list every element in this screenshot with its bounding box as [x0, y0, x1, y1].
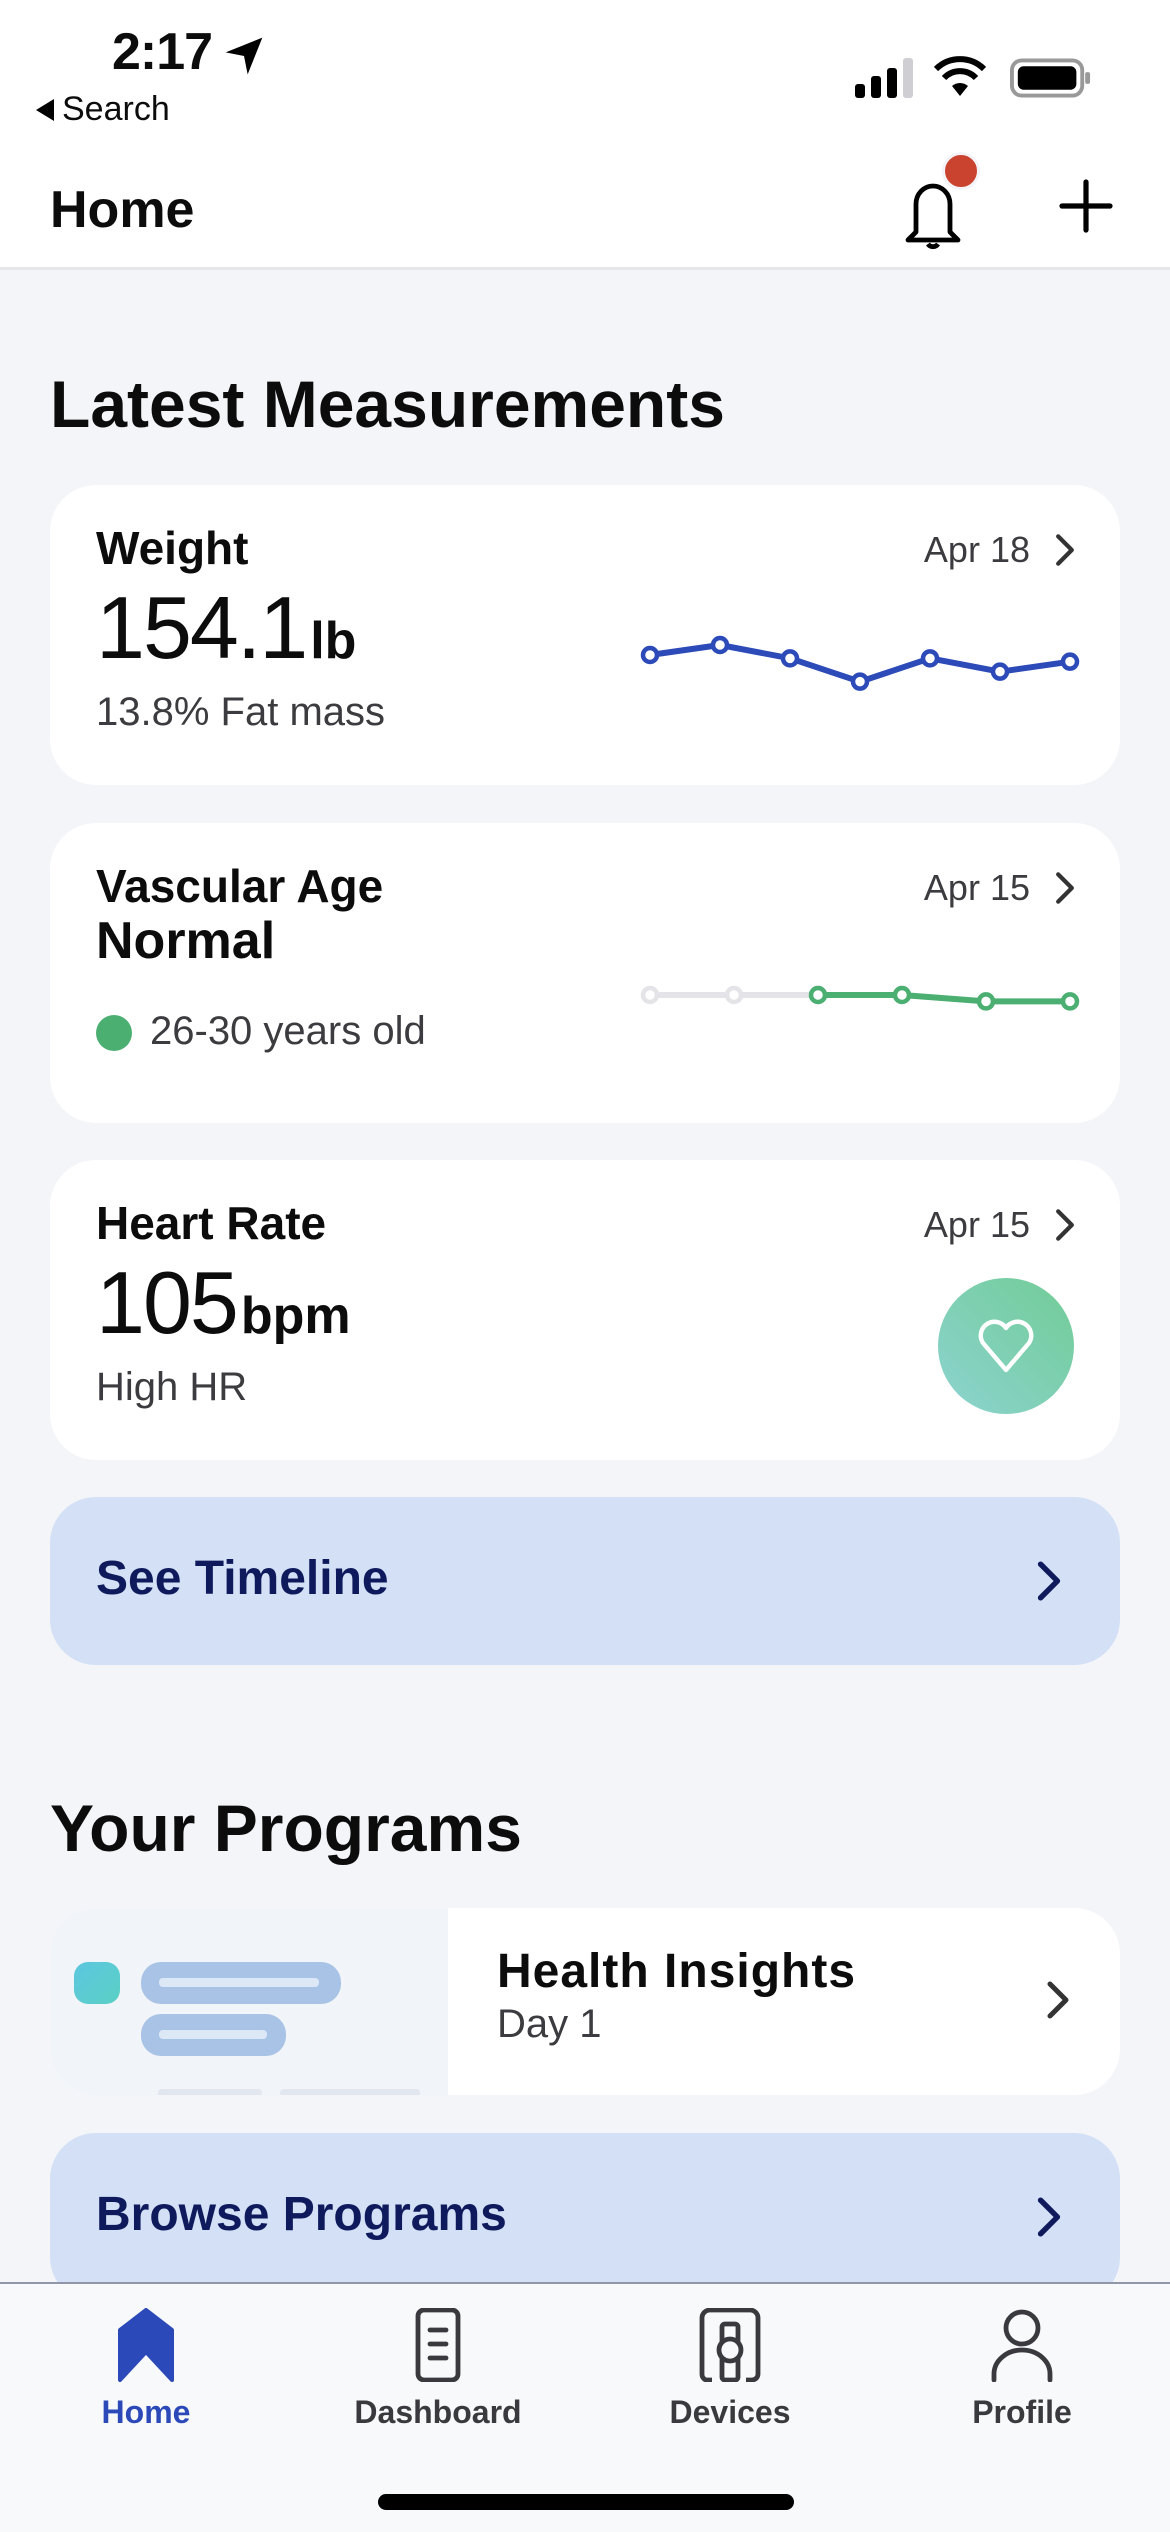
chat-bubble-graphic: [141, 2014, 286, 2056]
chevron-right-icon: [1056, 534, 1074, 566]
chevron-right-icon: [1056, 1209, 1074, 1241]
heart-rate-card[interactable]: Heart Rate Apr 15 105bpm High HR: [50, 1160, 1120, 1460]
home-indicator: [378, 2494, 794, 2510]
sparkline-point: [850, 672, 870, 691]
sparkline-point: [892, 985, 912, 1005]
tab-label: Devices: [669, 2394, 791, 2430]
graphic-bar: [280, 2089, 420, 2095]
heart-rate-date: Apr 15: [923, 1204, 1030, 1245]
sparkline-path: [818, 992, 1070, 1005]
heart-rate-unit: bpm: [240, 1287, 351, 1345]
tab-label: Profile: [972, 2394, 1072, 2430]
tab-profile[interactable]: Profile: [876, 2284, 1168, 2434]
app-header: Home: [0, 150, 1170, 270]
weight-title: Weight: [96, 522, 249, 574]
sparkline-point: [780, 649, 800, 668]
heart-icon: [978, 1319, 1034, 1373]
page-title: Home: [50, 181, 195, 239]
wifi-icon: [934, 56, 986, 96]
chevron-right-icon: [1037, 1561, 1061, 1601]
weight-unit: lb: [310, 612, 357, 670]
sparkline-point: [990, 662, 1010, 681]
notification-badge: [942, 152, 980, 190]
fat-mass-text: 13.8% Fat mass: [96, 690, 386, 734]
profile-person-icon: [991, 2309, 1053, 2382]
browse-programs-label: Browse Programs: [96, 2188, 507, 2241]
status-bar: 2:17 Search: [0, 0, 1170, 150]
program-card-health-insights[interactable]: Health Insights Day 1: [50, 1908, 1120, 2095]
tab-devices[interactable]: Devices: [584, 2284, 876, 2434]
program-day: Day 1: [497, 2002, 602, 2046]
tab-label: Home: [101, 2394, 191, 2430]
cellular-signal-icon: [855, 58, 913, 98]
browse-programs-button[interactable]: Browse Programs: [50, 2133, 1120, 2303]
add-plus-icon[interactable]: [1058, 178, 1114, 234]
tab-label: Dashboard: [354, 2394, 522, 2430]
home-icon: [118, 2308, 174, 2382]
see-timeline-button[interactable]: See Timeline: [50, 1497, 1120, 1665]
sparkline-point: [710, 635, 730, 655]
battery-icon: [1010, 58, 1091, 98]
vascular-age-range: 26-30 years old: [150, 1009, 426, 1053]
heart-badge: [938, 1278, 1074, 1414]
sparkline-point: [976, 992, 996, 1011]
vascular-status: Normal: [96, 912, 276, 970]
your-programs-heading: Your Programs: [50, 1791, 522, 1865]
sparkline-point: [640, 645, 660, 665]
vascular-date: Apr 15: [923, 867, 1030, 908]
weight-card[interactable]: Weight Apr 18 154.1lb 13.8% Fat mass: [50, 485, 1120, 785]
heart-rate-title: Heart Rate: [96, 1197, 327, 1249]
tab-home[interactable]: Home: [0, 2284, 292, 2434]
heart-rate-status: High HR: [96, 1365, 248, 1409]
chevron-right-icon: [1037, 2197, 1061, 2237]
tab-dashboard[interactable]: Dashboard: [292, 2284, 584, 2434]
program-title: Health Insights: [497, 1945, 857, 1998]
bot-avatar-icon: [74, 1962, 120, 2004]
weight-number: 154.1: [96, 578, 308, 677]
chevron-right-icon: [1056, 872, 1074, 904]
vascular-sparkline: [640, 985, 1080, 1011]
see-timeline-label: See Timeline: [96, 1552, 389, 1605]
sparkline-point: [920, 649, 940, 668]
status-dot-green: [96, 1015, 132, 1051]
sparkline-point: [1060, 652, 1080, 671]
dashboard-document-icon: [415, 2308, 461, 2382]
chevron-right-icon: [1047, 1981, 1069, 2019]
location-arrow-icon: [225, 37, 263, 75]
program-thumbnail: [50, 1908, 448, 2095]
back-to-search-button[interactable]: Search: [36, 90, 170, 129]
graphic-bar: [158, 2089, 262, 2095]
back-label: Search: [62, 90, 170, 128]
devices-watch-icon: [699, 2308, 761, 2382]
heart-rate-number: 105: [96, 1253, 239, 1352]
weight-value: 154.1lb: [96, 577, 356, 679]
status-time: 2:17: [112, 23, 213, 81]
weight-date: Apr 18: [923, 529, 1030, 570]
vascular-age-card[interactable]: Vascular Age Apr 15 Normal 26-30 years o…: [50, 823, 1120, 1123]
sparkline-point: [808, 985, 828, 1005]
back-triangle-icon: [36, 98, 54, 121]
weight-sparkline: [640, 635, 1080, 691]
sparkline-point: [1060, 992, 1080, 1011]
latest-measurements-heading: Latest Measurements: [50, 367, 725, 441]
chat-bubble-graphic: [141, 1962, 341, 2004]
sparkline-point: [724, 985, 744, 1005]
sparkline-point: [640, 985, 660, 1005]
vascular-title: Vascular Age: [96, 860, 384, 912]
heart-rate-value: 105bpm: [96, 1252, 351, 1354]
